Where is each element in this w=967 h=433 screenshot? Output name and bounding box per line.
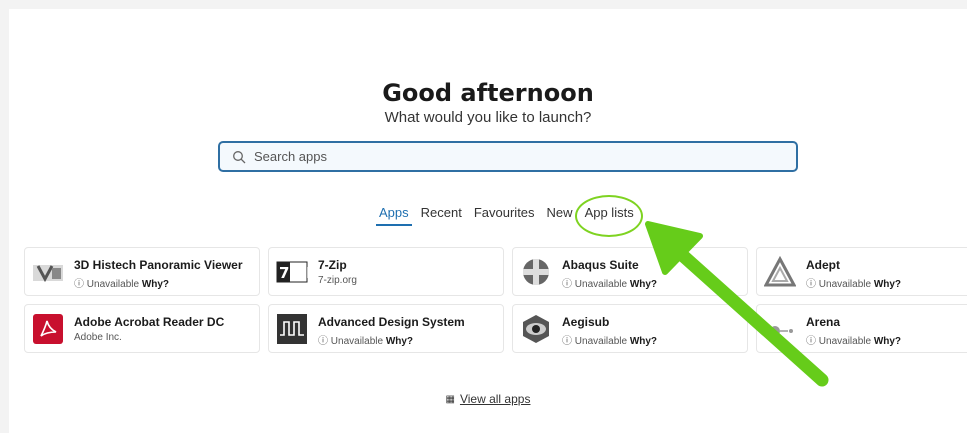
arrow-shaft (673, 246, 829, 387)
annotation-arrow (645, 221, 829, 387)
